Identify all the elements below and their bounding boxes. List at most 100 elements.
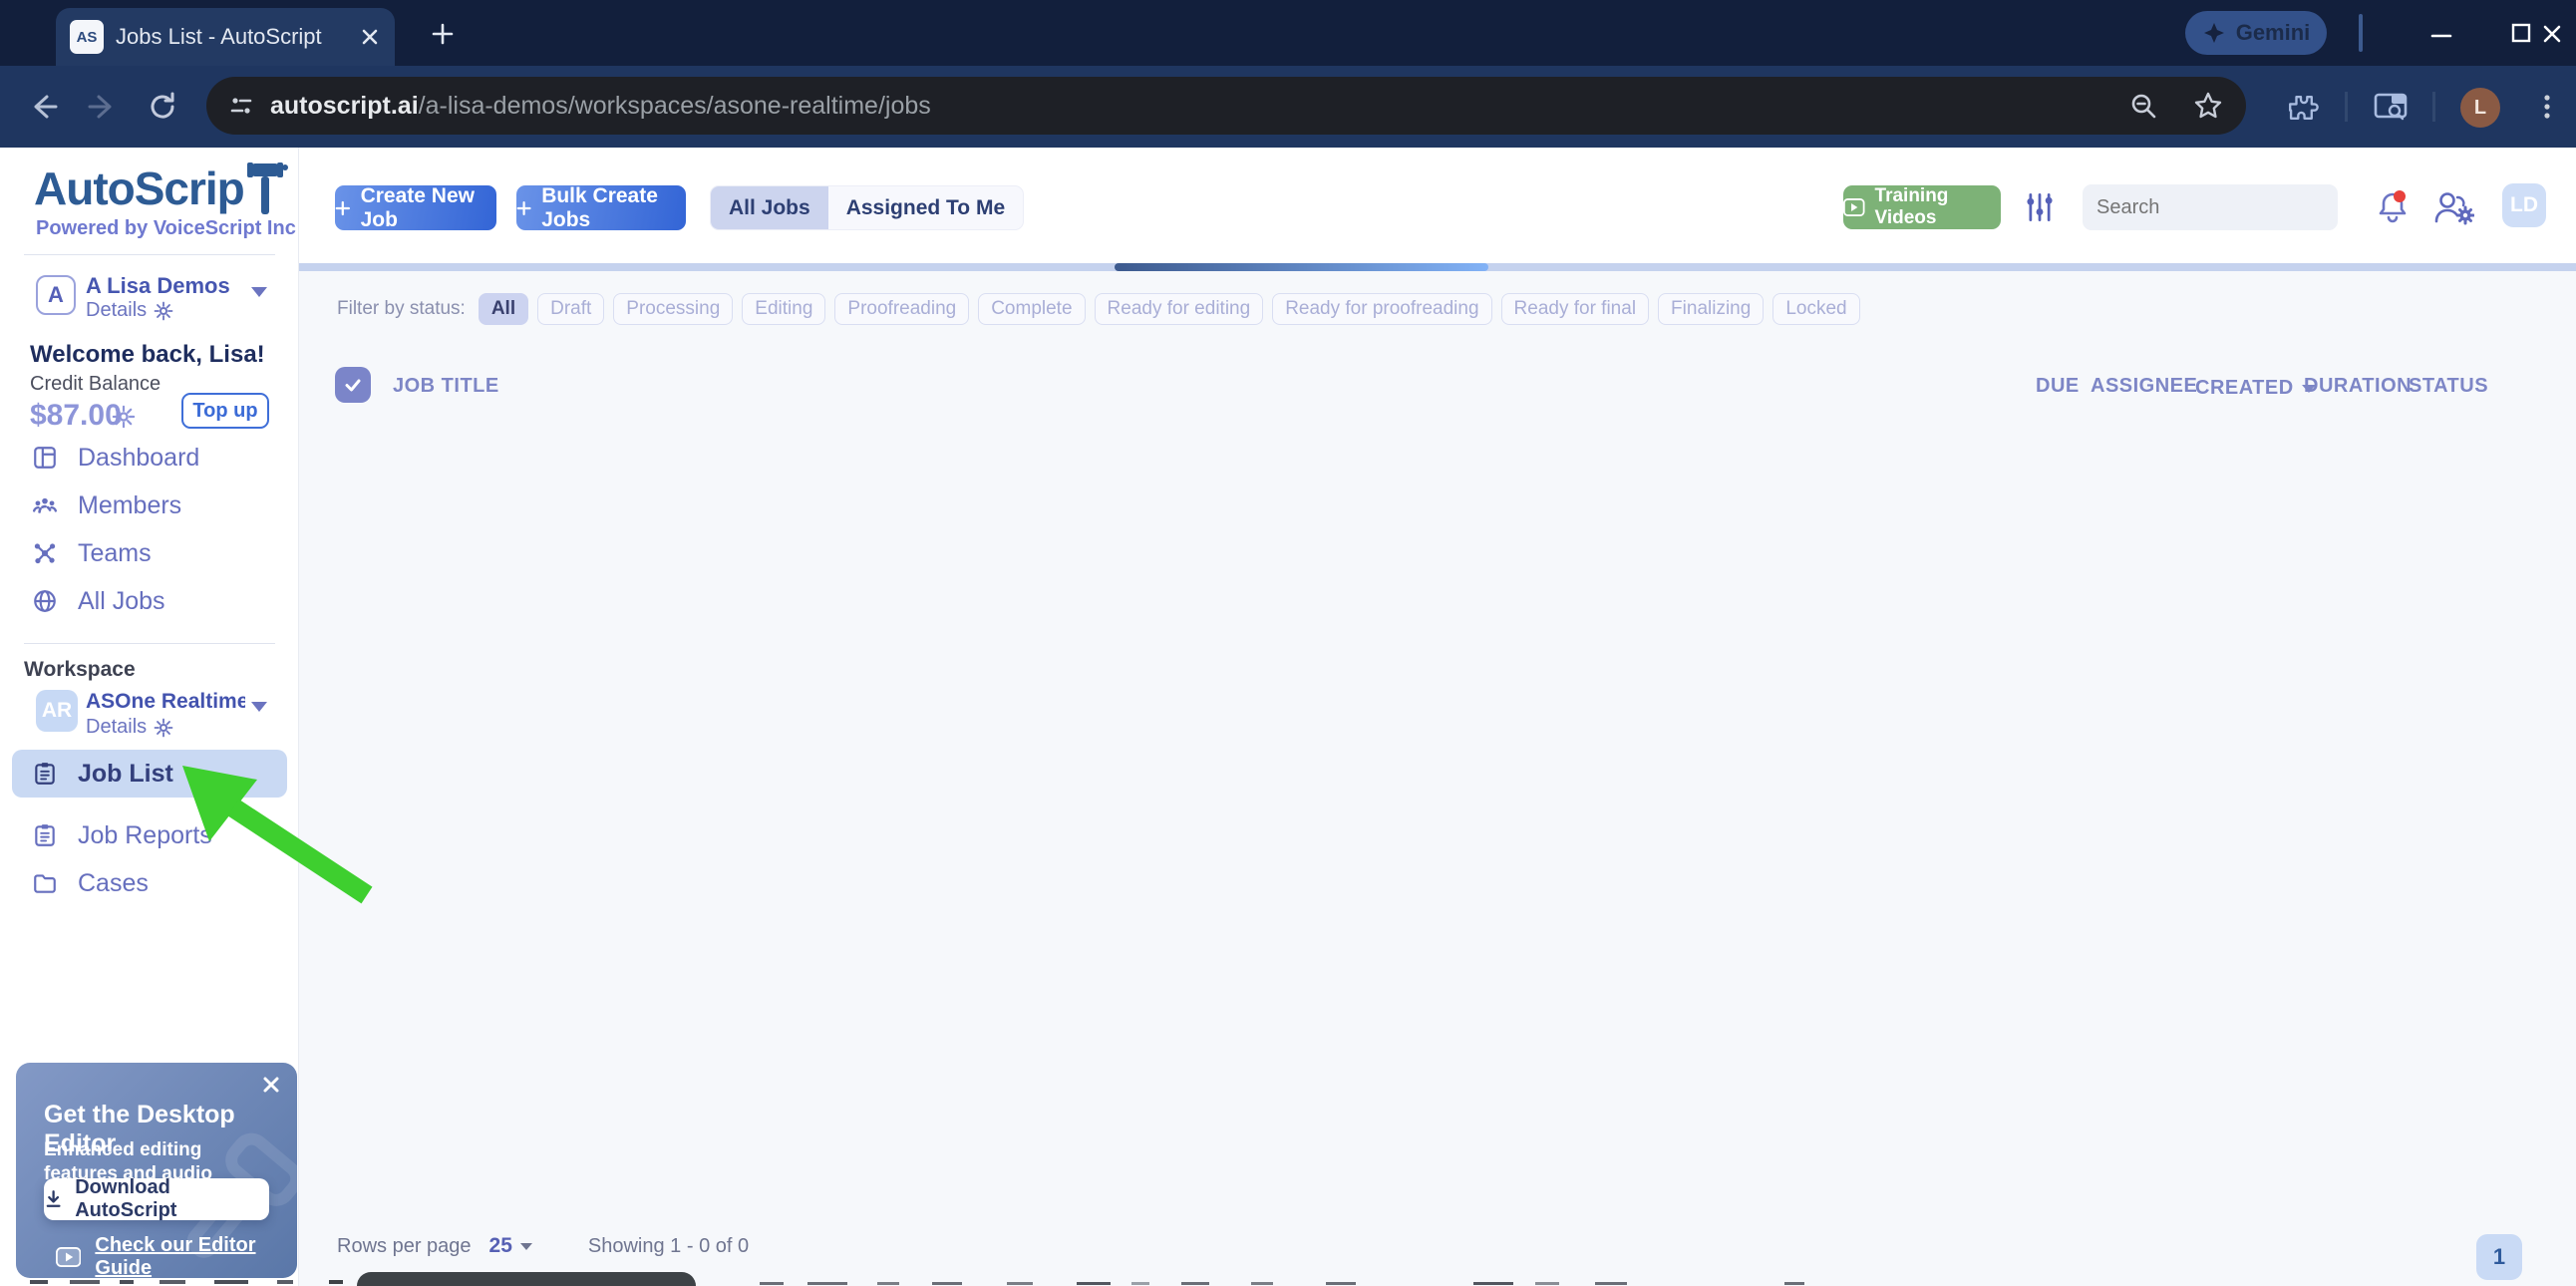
status-chip-proofreading[interactable]: Proofreading: [834, 293, 970, 325]
side-search-icon[interactable]: [2373, 90, 2411, 126]
column-header-job-title[interactable]: JOB TITLE: [393, 375, 499, 398]
rows-per-page-value: 25: [488, 1234, 512, 1257]
sidebar: AutoScrip Powered by VoiceScript Inc A A…: [0, 148, 299, 1286]
org-details-link[interactable]: Details: [86, 299, 173, 322]
notifications-bell-icon[interactable]: [2373, 187, 2413, 227]
column-header-duration[interactable]: DURATION: [2304, 375, 2412, 398]
window-maximize-icon[interactable]: [2508, 20, 2534, 46]
org-name[interactable]: A Lisa Demos: [86, 273, 230, 299]
sidebar-item-dashboard[interactable]: Dashboard: [12, 436, 287, 480]
rows-per-page-label: Rows per page: [337, 1234, 472, 1257]
sidebar-item-all-jobs[interactable]: All Jobs: [12, 579, 287, 623]
zoom-out-icon[interactable]: [2128, 91, 2158, 121]
status-chip-finalizing[interactable]: Finalizing: [1658, 293, 1765, 325]
welcome-message: Welcome back, Lisa!: [30, 341, 265, 368]
teams-icon: [34, 543, 56, 564]
chrome-separator: [2359, 14, 2363, 52]
jobs-view-tabs: All Jobs Assigned To Me: [710, 185, 1025, 230]
column-header-assignee[interactable]: ASSIGNEE: [2091, 375, 2197, 398]
status-chip-locked[interactable]: Locked: [1772, 293, 1860, 325]
status-chip-all[interactable]: All: [478, 293, 529, 325]
workspace-section-label: Workspace: [24, 658, 136, 681]
promo-close-icon[interactable]: [261, 1075, 281, 1095]
site-info-icon[interactable]: [228, 93, 254, 119]
reload-icon[interactable]: [146, 90, 179, 124]
showing-count: Showing 1 - 0 of 0: [587, 1234, 750, 1257]
download-autoscript-button[interactable]: Download AutoScript: [44, 1176, 269, 1221]
url-path: /a-lisa-demos/workspaces/asone-realtime/…: [418, 91, 931, 120]
search-input[interactable]: [2096, 195, 2361, 219]
rows-per-page-select[interactable]: 25: [489, 1234, 532, 1258]
browser-profile-avatar[interactable]: L: [2460, 88, 2500, 128]
org-avatar[interactable]: A: [36, 275, 76, 315]
forward-icon[interactable]: [86, 90, 120, 124]
gemini-button[interactable]: Gemini: [2185, 11, 2327, 55]
credit-settings-gear-icon[interactable]: [112, 405, 136, 429]
bookmark-star-icon[interactable]: [2192, 90, 2224, 122]
url-text: autoscript.ai/a-lisa-demos/workspaces/as…: [270, 92, 931, 121]
browser-tab[interactable]: AS Jobs List - AutoScript: [56, 8, 395, 66]
browser-tab-strip: AS Jobs List - AutoScript Gemini: [0, 0, 2576, 66]
select-all-checkbox[interactable]: [335, 367, 371, 403]
extensions-icon[interactable]: [2283, 90, 2319, 126]
column-header-due[interactable]: DUE: [2036, 375, 2080, 398]
filter-sliders-icon[interactable]: [2024, 191, 2056, 223]
create-new-job-button[interactable]: Create New Job: [335, 183, 496, 231]
search-box[interactable]: [2083, 184, 2361, 230]
org-chevron-down-icon[interactable]: [251, 287, 267, 297]
pagination-bar: Rows per page 25 Showing 1 - 0 of 0: [337, 1234, 749, 1258]
column-header-created[interactable]: CREATED: [2195, 377, 2316, 400]
workspace-chevron-down-icon[interactable]: [251, 702, 267, 712]
bulk-create-jobs-button[interactable]: Bulk Create Jobs: [516, 184, 686, 231]
notification-red-dot: [2394, 190, 2406, 202]
sidebar-item-teams[interactable]: Teams: [12, 531, 287, 575]
status-chip-ready-for-editing[interactable]: Ready for editing: [1094, 293, 1264, 325]
sidebar-item-label: Job Reports: [78, 820, 212, 849]
create-new-job-label: Create New Job: [360, 183, 475, 231]
status-chip-ready-for-proofreading[interactable]: Ready for proofreading: [1272, 293, 1492, 325]
toolbar-separator: [2345, 92, 2348, 122]
editor-guide-link[interactable]: Check our Editor Guide: [56, 1234, 297, 1278]
status-chip-ready-for-final[interactable]: Ready for final: [1500, 293, 1650, 325]
tab-assigned-to-me[interactable]: Assigned To Me: [828, 186, 1023, 229]
cases-folder-icon: [34, 874, 56, 893]
page-number-button[interactable]: 1: [2476, 1234, 2522, 1280]
column-header-status[interactable]: STATUS: [2409, 375, 2488, 398]
user-avatar[interactable]: LD: [2502, 183, 2546, 227]
members-icon: [32, 497, 58, 513]
url-domain: autoscript.ai: [270, 91, 419, 120]
app-page: AutoScrip Powered by VoiceScript Inc A A…: [0, 148, 2576, 1286]
browser-menu-icon[interactable]: [2532, 90, 2562, 124]
tab-title: Jobs List - AutoScript: [116, 24, 322, 49]
workspace-avatar[interactable]: AR: [36, 690, 78, 732]
status-chip-processing[interactable]: Processing: [613, 293, 734, 325]
address-bar[interactable]: autoscript.ai/a-lisa-demos/workspaces/as…: [206, 77, 2246, 135]
tab-close-icon[interactable]: [359, 26, 381, 48]
workspace-details-link[interactable]: Details: [86, 716, 173, 739]
plus-icon: [516, 200, 531, 215]
credit-balance-amount: $87.00: [30, 399, 122, 432]
status-chip-editing[interactable]: Editing: [742, 293, 826, 325]
back-icon[interactable]: [26, 90, 60, 124]
loading-progress-fill: [1115, 263, 1488, 271]
sidebar-item-cases[interactable]: Cases: [12, 861, 287, 905]
workspace-settings-gear-icon[interactable]: [154, 718, 173, 738]
sidebar-item-job-reports[interactable]: Job Reports: [12, 813, 287, 857]
sidebar-item-label: Teams: [78, 538, 152, 567]
top-up-button[interactable]: Top up: [181, 393, 269, 429]
window-close-icon[interactable]: [2538, 20, 2566, 48]
workspace-name[interactable]: ASOne Realtime Recor...: [86, 690, 245, 714]
org-settings-gear-icon[interactable]: [154, 301, 173, 321]
job-list-icon: [35, 763, 55, 785]
training-videos-button[interactable]: Training Videos: [1843, 185, 2001, 229]
window-minimize-icon[interactable]: [2428, 22, 2454, 48]
status-chip-draft[interactable]: Draft: [537, 293, 605, 325]
status-chip-complete[interactable]: Complete: [978, 293, 1086, 325]
sidebar-item-members[interactable]: Members: [12, 483, 287, 527]
new-tab-icon[interactable]: [431, 22, 455, 46]
sidebar-item-label: Dashboard: [78, 443, 200, 472]
manage-users-icon[interactable]: [2432, 189, 2474, 227]
gemini-sparkle-icon: [2203, 23, 2224, 43]
tab-all-jobs[interactable]: All Jobs: [711, 186, 828, 229]
sidebar-item-job-list[interactable]: Job List: [12, 750, 287, 798]
